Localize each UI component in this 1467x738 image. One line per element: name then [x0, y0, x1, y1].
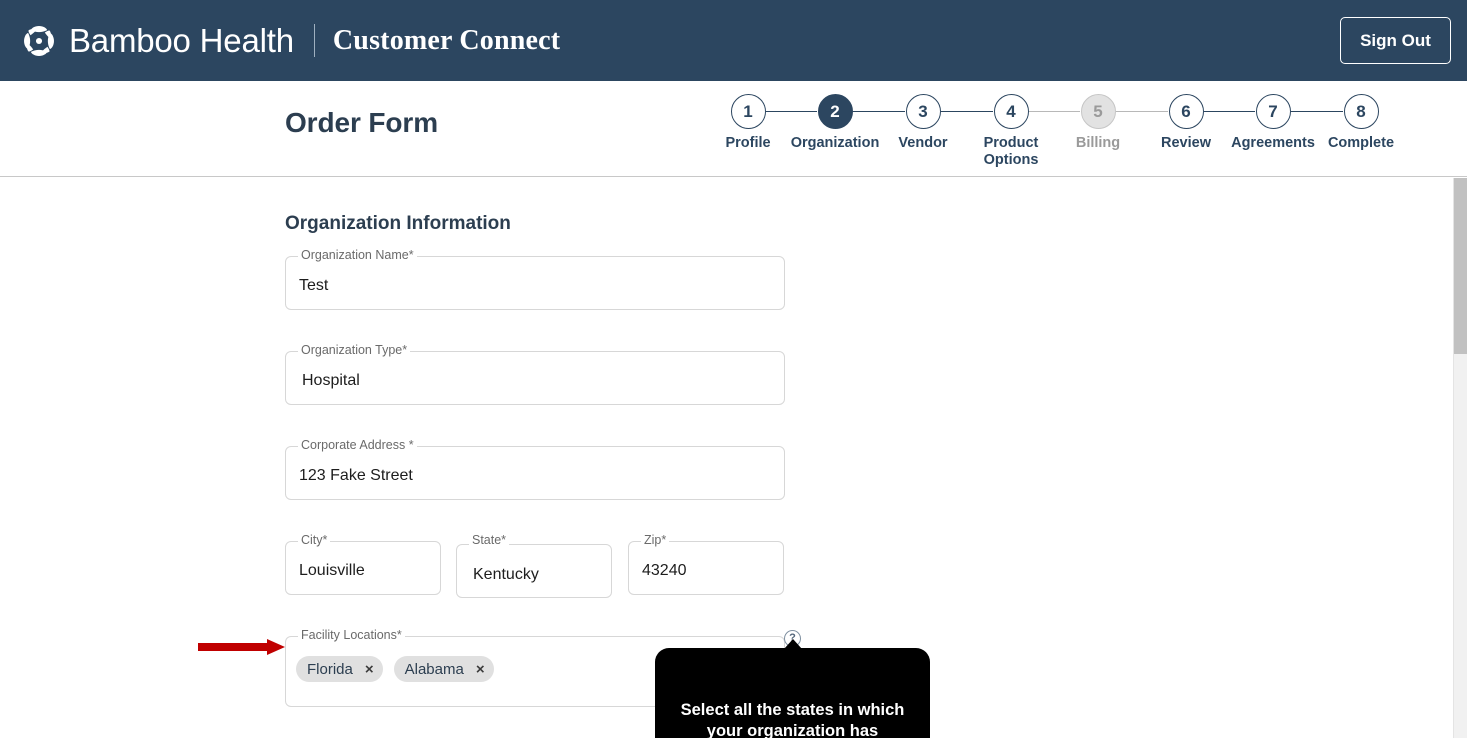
arrow-head	[267, 639, 285, 655]
sign-out-button[interactable]: Sign Out	[1340, 17, 1451, 64]
facility-locations-tooltip: Select all the states in which your orga…	[655, 639, 930, 738]
stepper-step-label: Complete	[1327, 135, 1395, 151]
top-navigation-bar: Bamboo Health Customer Connect Sign Out	[0, 0, 1467, 81]
stepper-connector-line	[853, 111, 905, 113]
city-field[interactable]: City* Louisville	[285, 532, 441, 595]
facility-locations-chip-list: Florida × Alabama ×	[296, 656, 505, 682]
page-header: Order Form 1 Profile 2 Organization 3 Vendor 4…	[0, 81, 1467, 177]
stepper-step-label: Billing	[1075, 135, 1121, 151]
corporate-address-label: Corporate Address *	[298, 438, 417, 452]
tooltip-text: Select all the states in which your orga…	[680, 701, 905, 738]
stepper-step-organization[interactable]: 2 Organization	[787, 94, 883, 152]
facility-chip-remove-icon[interactable]: ×	[365, 662, 374, 677]
brand-subtitle: Customer Connect	[332, 24, 561, 56]
stepper-step-label: Agreements	[1231, 135, 1315, 151]
stepper-step-number: 6	[1168, 94, 1204, 129]
facility-chip-label: Florida	[307, 660, 353, 678]
organization-name-field[interactable]: Organization Name* Test	[285, 247, 785, 310]
state-field[interactable]: State* Kentucky	[456, 532, 612, 598]
corporate-address-field[interactable]: Corporate Address * 123 Fake Street	[285, 437, 785, 500]
stepper-step-number: 5	[1080, 94, 1116, 129]
city-value[interactable]: Louisville	[299, 561, 365, 581]
stepper-step-billing: 5 Billing	[1050, 94, 1146, 152]
state-value[interactable]: Kentucky	[473, 565, 539, 585]
organization-name-value[interactable]: Test	[299, 276, 328, 296]
stepper-step-review[interactable]: 6 Review	[1138, 94, 1234, 152]
stepper-step-label: Product Options	[983, 135, 1039, 168]
scrollbar-thumb[interactable]	[1454, 178, 1467, 354]
organization-type-label: Organization Type*	[298, 343, 411, 357]
stepper-step-number: 3	[905, 94, 941, 129]
stepper-step-label: Profile	[725, 135, 771, 151]
organization-name-label: Organization Name*	[298, 248, 417, 262]
stepper-connector-line	[766, 111, 817, 113]
facility-chip[interactable]: Florida ×	[296, 656, 383, 682]
stepper-step-number: 2	[817, 94, 853, 129]
zip-field[interactable]: Zip* 43240	[628, 532, 784, 595]
stepper-step-product-options[interactable]: 4 Product Options	[963, 94, 1059, 169]
stepper-step-label: Review	[1161, 135, 1211, 151]
arrow-shaft	[198, 643, 268, 651]
facility-locations-label: Facility Locations*	[298, 628, 405, 642]
zip-label: Zip*	[641, 533, 670, 547]
brand-divider	[313, 24, 315, 57]
form-scroll-area: Organization Information Organization Na…	[0, 178, 1453, 738]
stepper-step-vendor[interactable]: 3 Vendor	[875, 94, 971, 152]
facility-chip-label: Alabama	[404, 660, 464, 678]
stepper-connector-line	[1029, 111, 1080, 113]
stepper-connector-line	[1204, 111, 1255, 113]
stepper-step-number: 1	[730, 94, 766, 129]
organization-type-outline	[285, 351, 785, 405]
page-title: Order Form	[285, 107, 439, 138]
progress-stepper: 1 Profile 2 Organization 3 Vendor 4 Product Opt…	[725, 94, 1460, 176]
facility-chip[interactable]: Alabama ×	[393, 656, 494, 682]
city-label: City*	[298, 533, 331, 547]
stepper-step-label: Vendor	[898, 135, 948, 151]
stepper-step-profile[interactable]: 1 Profile	[700, 94, 796, 152]
facility-chip-remove-icon[interactable]: ×	[476, 662, 485, 677]
brand-name: Bamboo Health	[69, 22, 294, 59]
stepper-step-number: 4	[993, 94, 1029, 129]
stepper-step-number: 8	[1343, 94, 1379, 129]
section-title: Organization Information	[285, 213, 511, 234]
red-pointer-arrow-icon	[198, 639, 286, 655]
organization-type-field[interactable]: Organization Type* Hospital	[285, 342, 785, 405]
organization-type-value[interactable]: Hospital	[302, 371, 360, 391]
state-label: State*	[469, 533, 510, 547]
brand-lockup: Bamboo Health Customer Connect	[22, 24, 560, 58]
tooltip-arrow-icon	[783, 639, 802, 649]
corporate-address-value[interactable]: 123 Fake Street	[299, 466, 413, 486]
stepper-step-number: 7	[1255, 94, 1291, 129]
stepper-step-label: Organization	[790, 135, 880, 151]
zip-value[interactable]: 43240	[642, 561, 687, 581]
stepper-connector-line	[941, 111, 993, 113]
stepper-connector-line	[1291, 111, 1343, 113]
bamboo-flower-logo-icon	[22, 24, 56, 58]
stepper-step-complete[interactable]: 8 Complete	[1313, 94, 1409, 152]
organization-name-outline	[285, 256, 785, 310]
stepper-connector-line	[1116, 111, 1168, 113]
vertical-scrollbar[interactable]	[1453, 178, 1467, 738]
stepper-step-agreements[interactable]: 7 Agreements	[1225, 94, 1321, 152]
